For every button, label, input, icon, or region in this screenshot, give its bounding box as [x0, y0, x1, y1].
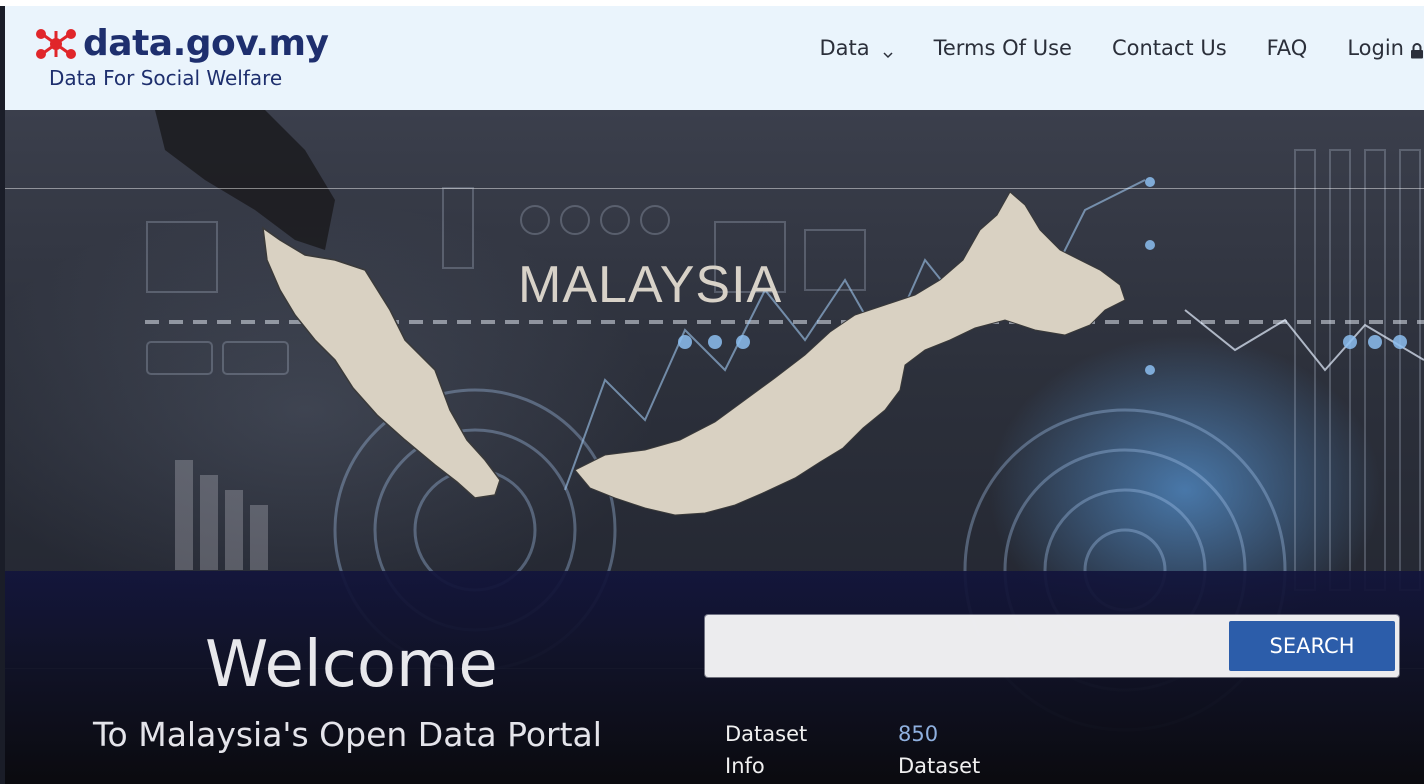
logo-mark-icon	[33, 27, 79, 61]
nav-item-data[interactable]: Data	[819, 36, 893, 60]
dataset-info-label: Dataset Info	[725, 718, 807, 782]
site-header: data.gov.my Data For Social Welfare Data…	[5, 6, 1424, 110]
dataset-unit: Dataset	[898, 754, 981, 778]
main-nav: Data Terms Of Use Contact Us FAQ Login	[819, 36, 1424, 60]
banner-title: MALAYSIA	[518, 256, 783, 314]
nav-item-label: Data	[819, 36, 870, 60]
site-logo[interactable]: data.gov.my Data For Social Welfare	[33, 23, 329, 90]
nav-item-login[interactable]: Login	[1347, 36, 1424, 60]
nav-item-terms-of-use[interactable]: Terms Of Use	[934, 36, 1072, 60]
welcome-heading: Welcome	[205, 628, 498, 702]
welcome-subtitle: To Malaysia's Open Data Portal	[93, 715, 602, 754]
dataset-count[interactable]: 850	[898, 718, 980, 750]
nav-item-label: Terms Of Use	[933, 36, 1072, 60]
nav-item-label: Login	[1347, 36, 1404, 60]
hero-divider-line	[5, 188, 1424, 189]
logo-text: data.gov.my	[83, 23, 329, 64]
nav-item-label: Contact Us	[1111, 36, 1227, 60]
nav-item-faq[interactable]: FAQ	[1267, 36, 1308, 60]
chevron-down-icon	[882, 42, 894, 59]
tagline: Data For Social Welfare	[49, 66, 283, 90]
dataset-info-label-line2: Info	[725, 754, 765, 778]
lock-icon	[1410, 40, 1424, 59]
nav-item-contact-us[interactable]: Contact Us	[1112, 36, 1227, 60]
search-input[interactable]	[709, 619, 1239, 673]
dataset-info-label-line1: Dataset	[725, 722, 808, 746]
hero-banner: MALAYSIA Welcome To Malaysia's Open Data…	[5, 110, 1424, 784]
dataset-info-value: 850 Dataset	[898, 718, 980, 782]
nav-item-label: FAQ	[1266, 36, 1308, 60]
search-button[interactable]: SEARCH	[1229, 621, 1395, 671]
search-bar: SEARCH	[705, 615, 1399, 677]
